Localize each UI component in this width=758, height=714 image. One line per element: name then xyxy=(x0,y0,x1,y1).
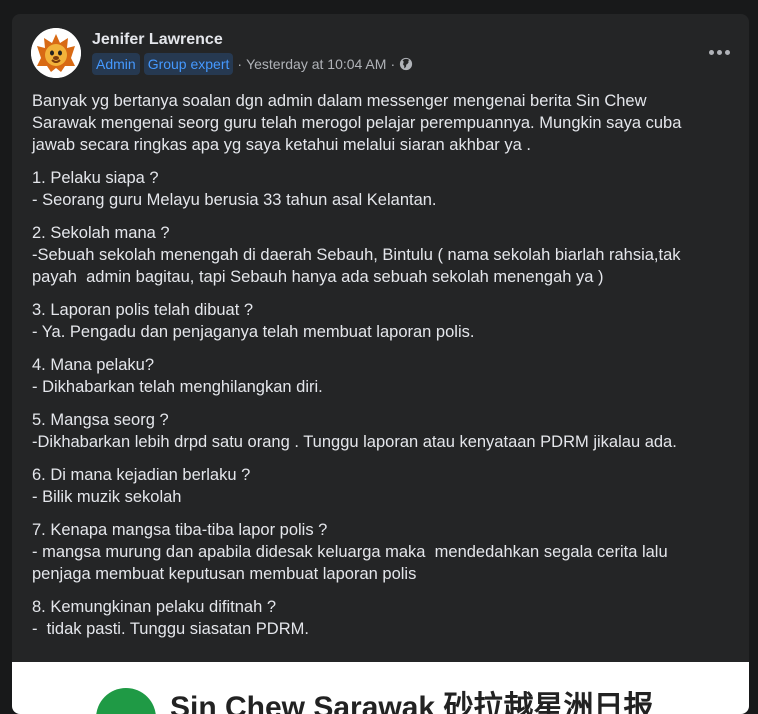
post-text-line: jawab secara ringkas apa yg saya ketahui… xyxy=(32,136,531,154)
post-text-line: penjaga membuat keputusan membuat lapora… xyxy=(32,565,417,583)
post-text-line: 7. Kenapa mangsa tiba-tiba lapor polis ? xyxy=(32,521,328,539)
group-expert-badge[interactable]: Group expert xyxy=(143,53,234,75)
post-paragraph: 2. Sekolah mana ? -Sebuah sekolah menenga… xyxy=(32,222,722,288)
more-options-icon[interactable] xyxy=(703,36,735,68)
post-text-line: - tidak pasti. Tunggu siasatan PDRM. xyxy=(32,620,309,638)
post-paragraph: 1. Pelaku siapa ? - Seorang guru Melayu b… xyxy=(32,167,722,211)
post-text-line: - Bilik muzik sekolah xyxy=(32,488,182,506)
more-dot xyxy=(724,49,730,55)
meta-separator-2: · xyxy=(390,56,396,72)
post-paragraph: Banyak yg bertanya soalan dgn admin dala… xyxy=(32,90,722,156)
lion-avatar-icon xyxy=(31,28,81,78)
post-timestamp[interactable]: Yesterday at 10:04 AM xyxy=(246,56,386,72)
post-text-line: 5. Mangsa seorg ? xyxy=(32,411,169,429)
post-text-line: 6. Di mana kejadian berlaku ? xyxy=(32,466,251,484)
post-text-line: -Sebuah sekolah menengah di daerah Sebau… xyxy=(32,246,681,264)
post-text-line: 2. Sekolah mana ? xyxy=(32,224,170,242)
avatar[interactable] xyxy=(31,28,81,78)
globe-icon[interactable] xyxy=(399,57,413,71)
meta-separator: · xyxy=(237,56,243,72)
post-text-line: payah admin bagitau, tapi Sebauh hanya a… xyxy=(32,268,604,286)
post-text-line: 1. Pelaku siapa ? xyxy=(32,169,159,187)
preview-title: Sin Chew Sarawak 砂拉越星洲日报 xyxy=(170,691,654,714)
post-card: Jenifer Lawrence Admin Group expert · Ye… xyxy=(12,14,749,714)
post-text-line: - mangsa murung dan apabila didesak kelu… xyxy=(32,543,668,561)
post-text-line: Sarawak mengenai seorg guru telah merogo… xyxy=(32,114,682,132)
post-paragraph: 4. Mana pelaku? - Dikhabarkan telah mengh… xyxy=(32,354,722,398)
post-paragraph: 7. Kenapa mangsa tiba-tiba lapor polis ?… xyxy=(32,519,722,585)
post-text-line: 3. Laporan polis telah dibuat ? xyxy=(32,301,254,319)
more-dot xyxy=(716,49,722,55)
author-name[interactable]: Jenifer Lawrence xyxy=(92,31,223,49)
post-text-line: - Dikhabarkan telah menghilangkan diri. xyxy=(32,378,323,396)
post-paragraph: 3. Laporan polis telah dibuat ? - Ya. Pen… xyxy=(32,299,722,343)
more-dot xyxy=(708,49,714,55)
preview-logo xyxy=(96,688,156,714)
post-paragraph: 5. Mangsa seorg ? -Dikhabarkan lebih drpd… xyxy=(32,409,722,453)
post-text-line: - Seorang guru Melayu berusia 33 tahun a… xyxy=(32,191,437,209)
post-text-line: Banyak yg bertanya soalan dgn admin dala… xyxy=(32,92,647,110)
link-preview[interactable]: Sin Chew Sarawak 砂拉越星洲日报 xyxy=(12,662,749,714)
post-text-line: - Ya. Pengadu dan penjaganya telah membu… xyxy=(32,323,475,341)
post-text-line: 8. Kemungkinan pelaku difitnah ? xyxy=(32,598,277,616)
post-paragraph: 8. Kemungkinan pelaku difitnah ? - tidak … xyxy=(32,596,722,640)
post-text-line: 4. Mana pelaku? xyxy=(32,356,155,374)
admin-badge[interactable]: Admin xyxy=(92,53,140,75)
post-body: Banyak yg bertanya soalan dgn admin dala… xyxy=(32,90,722,651)
post-text-line: -Dikhabarkan lebih drpd satu orang . Tun… xyxy=(32,433,677,451)
post-paragraph: 6. Di mana kejadian berlaku ? - Bilik muz… xyxy=(32,464,722,508)
post-meta: Admin Group expert · Yesterday at 10:04 … xyxy=(92,52,413,76)
